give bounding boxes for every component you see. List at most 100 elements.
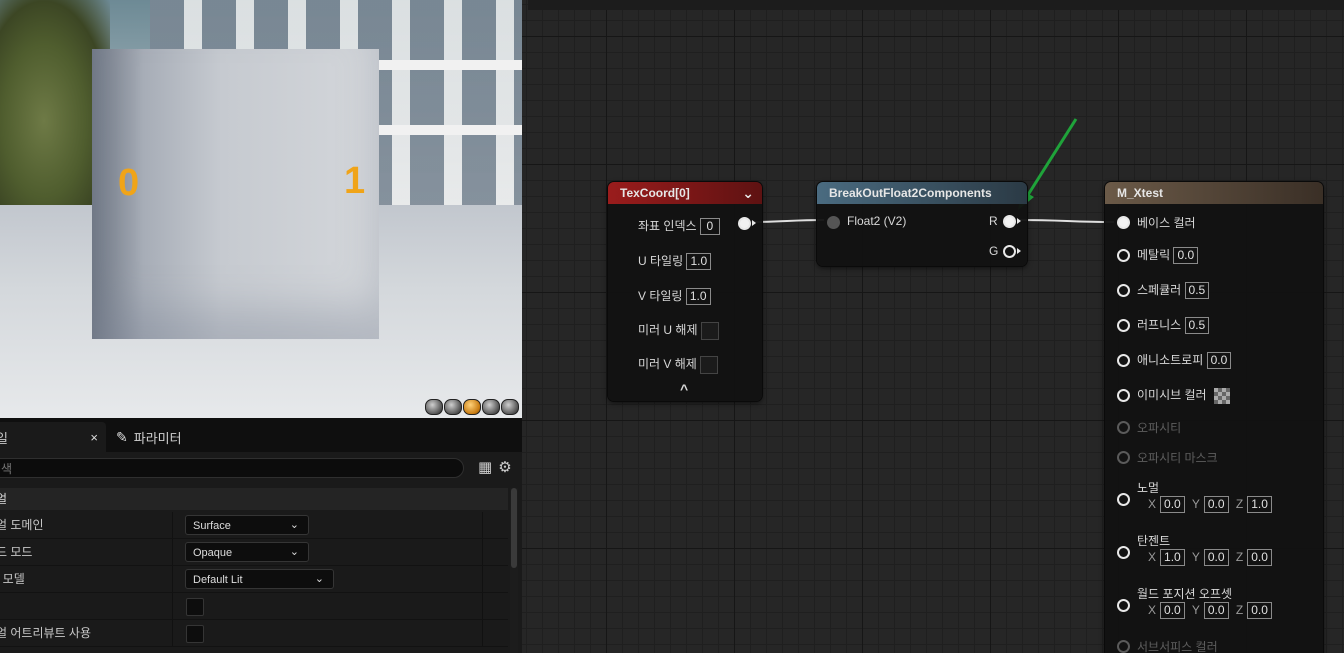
- coord-index-input[interactable]: 0: [699, 218, 720, 235]
- cube-mesh-icon[interactable]: [482, 399, 500, 415]
- material-domain-dropdown[interactable]: Surface ⌄: [185, 515, 309, 535]
- tangent-x-input[interactable]: 1.0: [1160, 549, 1185, 566]
- output-r-pin[interactable]: [1003, 215, 1016, 228]
- wpo-pin[interactable]: [1117, 599, 1130, 612]
- chevron-down-icon: ⌄: [289, 546, 299, 558]
- details-view-options: ▦ ⚙: [478, 458, 512, 476]
- opacity-mask-pin[interactable]: [1117, 451, 1130, 464]
- property-row: ! 모델 Default Lit⌄: [0, 566, 508, 593]
- specular-pin[interactable]: [1117, 284, 1130, 297]
- search-input[interactable]: 색: [0, 458, 464, 478]
- section-label: 얼: [0, 492, 8, 506]
- tangent-y-input[interactable]: 0.0: [1203, 549, 1229, 566]
- output-g-pin[interactable]: [1003, 245, 1016, 258]
- pin-arrow-icon: [1017, 218, 1021, 224]
- material-attributes-checkbox[interactable]: [186, 625, 204, 643]
- material-graph-canvas[interactable]: TexCoord[0] ⌄ 좌표 인덱스 0 U 타일링 1.0 V 타일링 1…: [522, 0, 1344, 653]
- normal-y-input[interactable]: 0.0: [1203, 496, 1229, 513]
- emissive-row: 이미시브 컬러: [1137, 386, 1230, 404]
- tangent-xyz: X 1.0 Y 0.0 Z 0.0: [1148, 549, 1276, 566]
- float2-input-pin[interactable]: [827, 216, 840, 229]
- tangent-z-input[interactable]: 0.0: [1247, 549, 1272, 566]
- tab-parameters[interactable]: ✎ 파라미터: [116, 422, 182, 452]
- breakout-float2-node[interactable]: BreakOutFloat2Components Float2 (V2) R G: [817, 182, 1027, 266]
- checker-swatch-icon[interactable]: [1213, 387, 1230, 404]
- wpo-xyz: X 0.0 Y 0.0 Z 0.0: [1148, 602, 1276, 619]
- u-tiling-row: U 타일링 1.0: [638, 252, 712, 270]
- uv-label-right: 1: [344, 160, 366, 202]
- sphere-mesh-icon[interactable]: [444, 399, 462, 415]
- material-result-node[interactable]: M_Xtest 베이스 컬러 메탈릭 0.0 스페큘러 0.5 러프니스 0.5…: [1105, 182, 1323, 653]
- texcoord-output-pin[interactable]: [738, 217, 751, 230]
- float2-input-label: Float2 (V2): [847, 214, 907, 228]
- custom-mesh-icon[interactable]: [501, 399, 519, 415]
- section-header-material[interactable]: 얼: [0, 488, 508, 510]
- property-checkbox[interactable]: [186, 598, 204, 616]
- tab-details[interactable]: 일 ×: [0, 422, 106, 452]
- v-tiling-row: V 타일링 1.0: [638, 287, 711, 305]
- annotation-arrow-line: [1024, 118, 1078, 199]
- opacity-label: 오파시티: [1137, 421, 1182, 435]
- texcoord-node[interactable]: TexCoord[0] ⌄ 좌표 인덱스 0 U 타일링 1.0 V 타일링 1…: [608, 182, 762, 401]
- preview-mesh-toolbar: [425, 399, 519, 415]
- close-icon[interactable]: ×: [90, 430, 98, 445]
- normal-x-input[interactable]: 0.0: [1160, 496, 1185, 513]
- wpo-z-input[interactable]: 0.0: [1247, 602, 1272, 619]
- metallic-pin[interactable]: [1117, 249, 1130, 262]
- specular-row: 스페큘러 0.5: [1137, 281, 1210, 299]
- collapse-icon[interactable]: ^: [680, 381, 688, 397]
- u-tiling-input[interactable]: 1.0: [686, 253, 712, 270]
- anisotropy-pin[interactable]: [1117, 354, 1130, 367]
- roughness-row: 러프니스 0.5: [1137, 316, 1210, 334]
- anisotropy-row: 애니소트로피 0.0: [1137, 351, 1232, 369]
- anisotropy-input[interactable]: 0.0: [1206, 352, 1232, 369]
- opacity-mask-label: 오파시티 마스크: [1137, 451, 1218, 465]
- wpo-y-input[interactable]: 0.0: [1203, 602, 1229, 619]
- material-node-header[interactable]: M_Xtest: [1105, 182, 1323, 204]
- roughness-input[interactable]: 0.5: [1184, 317, 1210, 334]
- mirror-v-checkbox[interactable]: [700, 355, 719, 374]
- property-label: 드 모드: [0, 545, 33, 559]
- cylinder-mesh-icon[interactable]: [425, 399, 443, 415]
- blend-mode-dropdown[interactable]: Opaque ⌄: [185, 542, 309, 562]
- breakout-node-header[interactable]: BreakOutFloat2Components: [817, 182, 1027, 204]
- property-row: [0, 593, 508, 620]
- roughness-pin[interactable]: [1117, 319, 1130, 332]
- tangent-pin[interactable]: [1117, 546, 1130, 559]
- output-g-label: G: [989, 244, 999, 258]
- shading-model-dropdown[interactable]: Default Lit ⌄: [185, 569, 334, 589]
- coord-index-row: 좌표 인덱스 0: [638, 217, 720, 235]
- specular-input[interactable]: 0.5: [1184, 282, 1210, 299]
- details-panel: 일 × ✎ 파라미터 색 ▦ ⚙ 얼 얼 도메인 Surface ⌄ 드 모드 O…: [0, 418, 522, 653]
- property-label: 얼 어트리뷰트 사용: [0, 626, 91, 640]
- details-tab-bar: 일 × ✎ 파라미터: [0, 418, 522, 452]
- normal-z-input[interactable]: 1.0: [1247, 496, 1272, 513]
- gear-icon[interactable]: ⚙: [498, 458, 511, 476]
- breakout-node-title: BreakOutFloat2Components: [829, 186, 992, 200]
- metallic-input[interactable]: 0.0: [1173, 247, 1199, 264]
- material-preview-viewport[interactable]: 0 1: [0, 0, 522, 418]
- v-tiling-input[interactable]: 1.0: [685, 288, 711, 305]
- base-color-label: 베이스 컬러: [1137, 216, 1196, 230]
- opacity-pin[interactable]: [1117, 421, 1130, 434]
- scrollbar-thumb[interactable]: [511, 488, 517, 568]
- tangent-label: 탄젠트: [1137, 534, 1171, 548]
- normal-xyz: X 0.0 Y 0.0 Z 1.0: [1148, 496, 1276, 513]
- property-label: [0, 593, 172, 619]
- chevron-down-icon[interactable]: ⌄: [742, 182, 754, 204]
- mirror-u-checkbox[interactable]: [700, 321, 719, 340]
- emissive-pin[interactable]: [1117, 389, 1130, 402]
- pin-arrow-icon: [752, 220, 756, 226]
- normal-pin[interactable]: [1117, 493, 1130, 506]
- base-color-pin[interactable]: [1117, 216, 1130, 229]
- plane-mesh-icon[interactable]: [463, 399, 481, 415]
- wpo-x-input[interactable]: 0.0: [1160, 602, 1185, 619]
- table-view-icon[interactable]: ▦: [478, 458, 492, 476]
- material-node-title: M_Xtest: [1117, 186, 1164, 200]
- pencil-icon: ✎: [116, 428, 128, 445]
- subsurface-label: 서브서피스 컬러: [1137, 640, 1218, 653]
- texcoord-node-header[interactable]: TexCoord[0] ⌄: [608, 182, 762, 204]
- mirror-u-row: 미러 U 해제: [638, 321, 719, 340]
- details-scrollbar[interactable]: [510, 488, 518, 653]
- subsurface-pin[interactable]: [1117, 640, 1130, 653]
